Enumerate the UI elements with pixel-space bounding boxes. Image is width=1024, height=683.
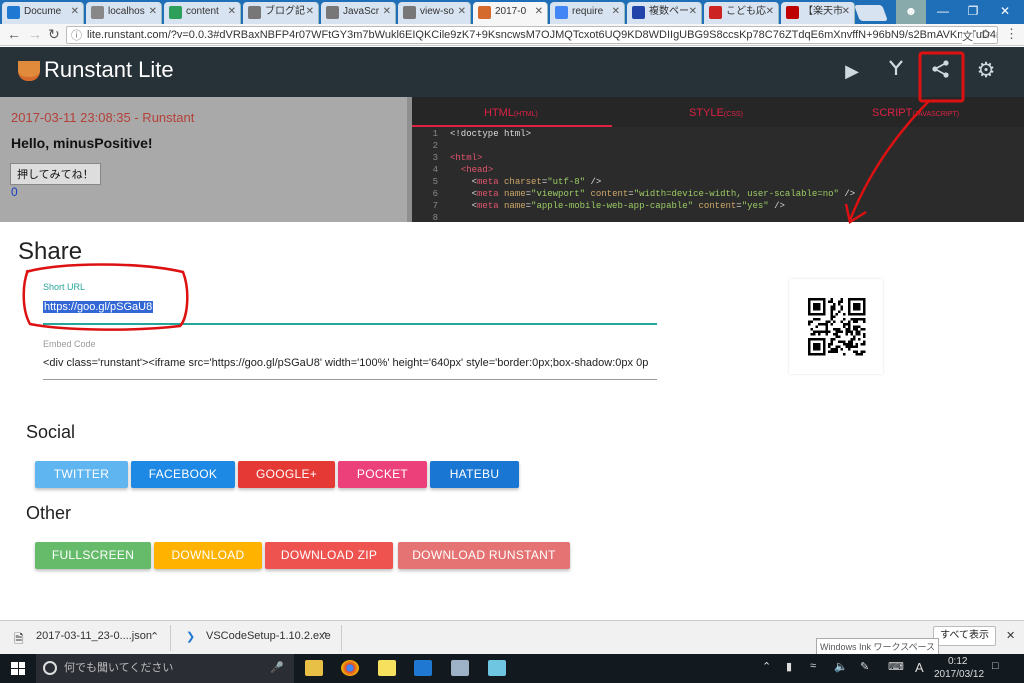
download-menu-icon[interactable]: ⌃ [150, 630, 159, 643]
microphone-icon[interactable]: 🎤 [270, 654, 284, 683]
download-menu-icon[interactable]: ⌃ [320, 630, 329, 643]
taskbar: 何でも聞いてください 🎤 ⌃ ▮ ≈ 🔈 ✎ ⌨ A 0:12 2017/03/… [0, 654, 1024, 683]
cortana-icon [43, 661, 57, 675]
keyboard-icon[interactable]: ⌨ [888, 660, 904, 673]
divider [170, 625, 171, 651]
search-placeholder: 何でも聞いてください [64, 662, 174, 674]
show-all-button[interactable]: すべて表示 [933, 626, 996, 646]
app-icon[interactable] [451, 660, 469, 676]
battery-icon[interactable]: ▮ [786, 660, 792, 673]
ime-indicator[interactable]: A [915, 660, 924, 675]
clock-date[interactable]: 2017/03/12 [934, 669, 984, 680]
tooltip: Windows Ink ワークスペース [816, 638, 940, 655]
close-downloads-icon[interactable]: ✕ [1006, 629, 1015, 642]
wifi-icon[interactable]: ≈ [810, 660, 816, 672]
red-annotation-overlay [22, 51, 965, 331]
windows-ink-icon[interactable]: ✎ [860, 660, 869, 673]
file-explorer-icon[interactable] [305, 660, 323, 676]
windows-start-icon[interactable] [11, 662, 25, 675]
annotation-box-share [918, 51, 965, 103]
tray-expand-icon[interactable]: ⌃ [762, 660, 771, 673]
sticky-notes-icon[interactable] [378, 660, 396, 676]
app-icon[interactable] [488, 660, 506, 676]
taskbar-search[interactable]: 何でも聞いてください 🎤 [36, 654, 294, 683]
action-center-icon[interactable]: □ [992, 660, 999, 672]
file-icon: 🗎 [14, 632, 24, 646]
annotation-circle-short-url [22, 263, 189, 331]
download-item-exe[interactable]: VSCodeSetup-1.10.2.exe [206, 630, 331, 642]
vscode-icon[interactable] [414, 660, 432, 676]
chrome-icon[interactable] [341, 660, 359, 676]
divider [341, 625, 342, 651]
annotation-arrow [848, 99, 931, 221]
vscode-file-icon: ❯ [186, 631, 196, 643]
clock-time[interactable]: 0:12 [948, 656, 967, 667]
download-item-json[interactable]: 2017-03-11_23-0....json [36, 630, 152, 642]
volume-icon[interactable]: 🔈 [834, 660, 848, 673]
